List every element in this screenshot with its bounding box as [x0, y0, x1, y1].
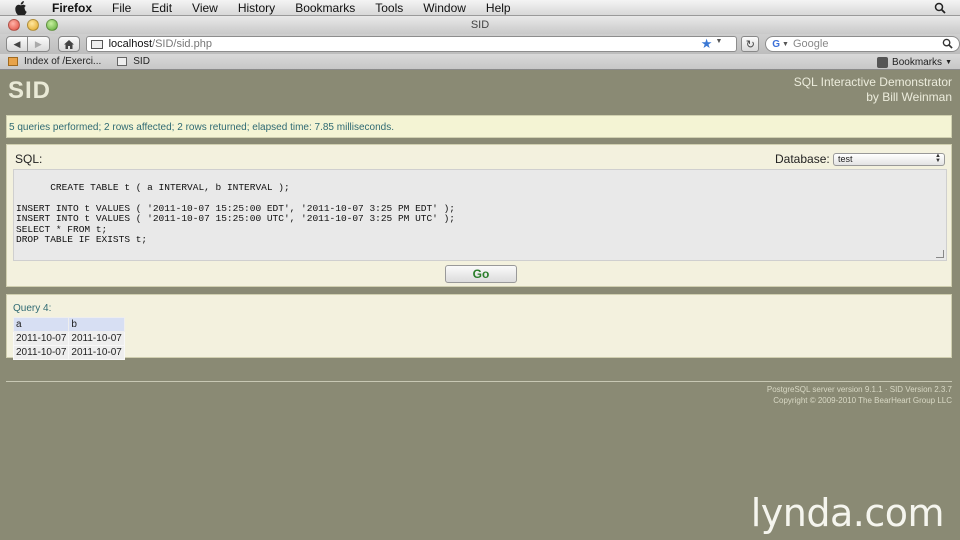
page-content: SID SQL Interactive Demonstrator by Bill… — [0, 71, 960, 540]
query-result-title: Query 4: — [13, 303, 52, 314]
search-icon[interactable] — [942, 38, 953, 52]
bookmark-item-index[interactable]: Index of /Exerci... — [8, 56, 101, 67]
page-icon — [117, 57, 128, 66]
page-subtitle: SQL Interactive Demonstrator by Bill Wei… — [794, 75, 952, 105]
subtitle-line-1: SQL Interactive Demonstrator — [793, 75, 952, 89]
bookmark-star-icon[interactable]: ★ — [701, 36, 713, 52]
table-row: 2011-10-07 2011-10-07 — [12, 345, 125, 360]
footer-divider — [6, 381, 952, 382]
table-header-row: a b — [12, 317, 125, 332]
sql-query-text: CREATE TABLE t ( a INTERVAL, b INTERVAL … — [16, 181, 455, 245]
status-message: 5 queries performed; 2 rows affected; 2 … — [6, 115, 952, 138]
select-arrows-icon: ▲ ▼ — [935, 153, 941, 164]
url-history-dropdown-icon[interactable]: ▼ — [715, 38, 722, 45]
result-panel: Query 4: a b 2011-10-07 2011-10-07 2011-… — [6, 294, 952, 360]
back-arrow-icon: ◀ — [13, 38, 21, 49]
bookmark-label: SID — [133, 56, 150, 67]
reload-button[interactable]: ↻ — [741, 36, 760, 52]
menu-window[interactable]: Window — [413, 0, 476, 16]
menu-edit[interactable]: Edit — [141, 0, 182, 16]
home-button[interactable] — [57, 36, 80, 52]
sql-textarea[interactable]: CREATE TABLE t ( a INTERVAL, b INTERVAL … — [13, 169, 947, 261]
bookmarks-menu-label: Bookmarks — [892, 56, 943, 68]
menu-view[interactable]: View — [182, 0, 228, 16]
table-cell: 2011-10-07 — [68, 345, 125, 360]
menu-tools[interactable]: Tools — [365, 0, 413, 16]
result-table: a b 2011-10-07 2011-10-07 2011-10-07 201… — [12, 317, 125, 360]
url-host: localhost — [108, 38, 153, 50]
table-cell: 2011-10-07 — [12, 345, 70, 360]
database-label: Database: — [775, 152, 830, 166]
chevron-down-icon: ▼ — [945, 58, 952, 66]
spotlight-search-icon[interactable] — [934, 2, 946, 14]
search-box[interactable]: G ▼ Google — [765, 36, 960, 52]
table-cell: 2011-10-07 — [68, 331, 125, 346]
column-header-a: a — [12, 317, 70, 332]
sql-panel: SQL: Database: test ▲ ▼ CREATE TABLE t ( … — [6, 144, 952, 287]
menu-history[interactable]: History — [228, 0, 285, 16]
table-row: 2011-10-07 2011-10-07 — [12, 331, 125, 346]
page-footer: PostgreSQL server version 9.1.1 · SID Ve… — [767, 384, 952, 406]
forward-button[interactable]: ▶ — [27, 36, 50, 52]
menu-file[interactable]: File — [102, 0, 141, 16]
column-header-b: b — [68, 317, 125, 332]
bookmark-label: Index of /Exerci... — [24, 56, 102, 67]
forward-arrow-icon: ▶ — [34, 38, 42, 49]
menu-app-firefox[interactable]: Firefox — [42, 0, 102, 16]
search-placeholder: Google — [792, 38, 829, 50]
table-cell: 2011-10-07 — [12, 331, 70, 346]
database-select[interactable]: test ▲ ▼ — [833, 153, 945, 166]
bookmarks-menu-button[interactable]: Bookmarks ▼ — [877, 54, 952, 70]
address-bar[interactable]: localhost/SID/sid.php ★ ▼ — [85, 36, 738, 52]
folder-page-icon — [8, 57, 18, 66]
site-identity-icon[interactable] — [90, 39, 103, 49]
mac-menu-bar: Firefox File Edit View History Bookmarks… — [0, 0, 960, 16]
go-button[interactable]: Go — [445, 265, 517, 283]
sid-logo: SID — [8, 77, 52, 104]
url-path: /SID/sid.php — [152, 38, 212, 50]
reload-icon: ↻ — [745, 38, 755, 51]
bookmark-item-sid[interactable]: SID — [117, 56, 150, 67]
google-engine-icon[interactable]: G — [772, 39, 780, 50]
bookmarks-icon — [877, 56, 889, 68]
back-button[interactable]: ◀ — [6, 36, 28, 52]
apple-menu-icon[interactable] — [14, 0, 28, 16]
footer-copyright: Copyright © 2009-2010 The BearHeart Grou… — [773, 396, 952, 405]
database-select-value: test — [838, 154, 853, 164]
navigation-toolbar: ◀ ▶ localhost/SID/sid.php ★ ▼ ↻ G ▼ Goog… — [0, 34, 960, 54]
search-engine-dropdown-icon[interactable]: ▼ — [782, 41, 789, 48]
bookmarks-toolbar: Index of /Exerci... SID Bookmarks ▼ — [0, 54, 960, 70]
resize-handle-icon[interactable] — [936, 250, 944, 258]
menu-bookmarks[interactable]: Bookmarks — [285, 0, 365, 16]
footer-version: PostgreSQL server version 9.1.1 · SID Ve… — [766, 385, 952, 394]
window-title-bar: SID — [0, 16, 960, 34]
sql-label: SQL: — [15, 152, 43, 166]
home-icon — [63, 39, 74, 49]
lynda-watermark: lynda.com — [750, 491, 945, 535]
subtitle-line-2: by Bill Weinman — [866, 90, 952, 104]
window-title: SID — [470, 19, 490, 31]
menu-help[interactable]: Help — [476, 0, 521, 16]
